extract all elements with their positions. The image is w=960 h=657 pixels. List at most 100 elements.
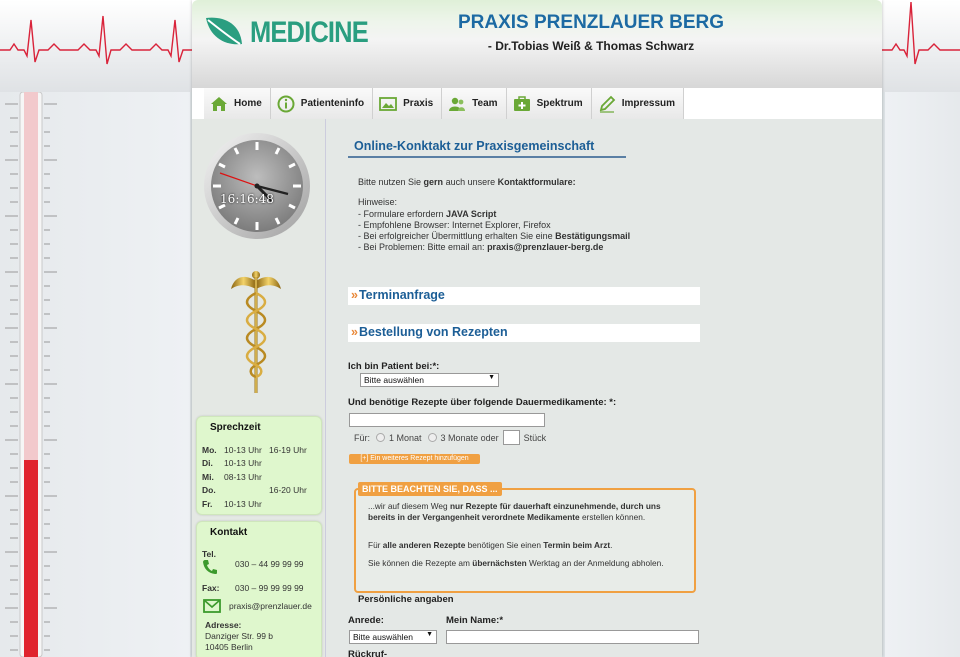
select-value: Bitte auswählen	[364, 375, 425, 385]
nav-label: Team	[472, 98, 498, 109]
site-title: PRAXIS PRENZLAUER BERG	[457, 12, 725, 33]
hint-email[interactable]: praxis@prenzlauer-berg.de	[487, 242, 603, 252]
hint-text: - Bei Problemen: Bitte email an:	[358, 242, 488, 253]
hours-am: 10-13 Uhr	[224, 444, 262, 455]
hours-am: 10-13 Uhr	[224, 498, 262, 509]
raquo-icon: »	[351, 288, 358, 302]
hours-row: Fr. 10-13 Uhr	[202, 497, 307, 511]
nav-item-patienteninfo[interactable]: Patienteninfo	[270, 88, 374, 119]
hours-day: Mi.	[202, 471, 214, 482]
notice-text: Werktag an der Anmeldung abholen.	[526, 558, 664, 568]
notice-bold: alle anderen Rezepte	[382, 540, 466, 550]
home-icon	[211, 96, 227, 111]
nav-item-home[interactable]: Home	[204, 88, 271, 119]
main-nav: Home Patienteninfo Praxis Team Spektrum …	[204, 88, 685, 119]
intro-bold: Kontaktformulare:	[497, 177, 576, 187]
clock-digital-time: 16:16:48	[220, 192, 274, 206]
nav-item-team[interactable]: Team	[442, 88, 507, 119]
team-icon	[449, 97, 466, 111]
radio-label: 1 Monat	[389, 432, 422, 443]
notice-bold: Termin beim Arzt	[543, 540, 611, 550]
hours-day: Di.	[202, 458, 213, 469]
nav-label: Patienteninfo	[300, 98, 365, 109]
hours-day: Fr.	[202, 498, 213, 509]
hints-title: Hinweise:	[358, 197, 398, 208]
sidebar: 16:16:48 Sprechzeit Mo. 10-13 Uhr 16-19 Uh…	[192, 119, 326, 657]
notice-text: erstellen können.	[579, 511, 646, 522]
site-logo[interactable]: MEDICINE	[204, 14, 369, 50]
medkit-icon	[513, 95, 530, 111]
nav-label: Praxis	[403, 98, 434, 109]
phone-icon	[203, 560, 217, 574]
notice-paragraph: Sie können die Rezepte am übernächsten W…	[368, 558, 683, 569]
notice-text: benötigen Sie einen	[465, 540, 544, 550]
radio-label: 3 Monate oder	[440, 432, 499, 443]
notice-text: ...wir auf diesem Weg	[368, 501, 450, 511]
hint-line: - Formulare erfordern JAVA Script	[358, 209, 630, 220]
logo-text: MEDICINE	[250, 16, 369, 49]
address-city: 10405 Berlin	[205, 642, 253, 652]
notice-text: Für	[368, 540, 383, 550]
page-title: Online-Konktakt zur Praxisgemeinschaft	[348, 139, 626, 158]
notice-text: Sie können die Rezepte am	[368, 558, 473, 568]
notice-bold: übernächsten	[472, 558, 527, 568]
office-hours-box: Sprechzeit Mo. 10-13 Uhr 16-19 Uhr Di. 10-1…	[196, 416, 322, 515]
stueck-input[interactable]	[502, 430, 520, 445]
notice-text: .	[610, 540, 613, 550]
anrede-select[interactable]: Bitte auswählen ▼	[349, 630, 437, 644]
nav-item-impressum[interactable]: Impressum	[591, 88, 685, 119]
name-input[interactable]	[446, 630, 699, 644]
fax-number: 030 – 99 99 99 99	[235, 583, 304, 593]
quantity-options: Für: 1 Monat 3 Monate oder Stück	[354, 430, 546, 445]
email-link[interactable]: praxis@prenzlauer.de	[229, 601, 312, 611]
contact-title: Kontakt	[210, 527, 248, 538]
nav-label: Spektrum	[536, 98, 583, 109]
section-rezepte[interactable]: »Bestellung von Rezepten	[348, 324, 700, 342]
hours-row: Mi. 08-13 Uhr	[202, 470, 307, 484]
section-terminanfrage[interactable]: »Terminanfrage	[348, 287, 700, 305]
pen-icon	[599, 95, 615, 113]
personal-title: Persönliche angaben	[358, 594, 454, 605]
hint-line: - Empfohlene Browser: Internet Explorer,…	[358, 219, 551, 230]
main-content: Online-Konktakt zur Praxisgemeinschaft B…	[326, 119, 882, 657]
select-value: Bitte auswählen	[353, 632, 414, 642]
image-icon	[379, 96, 398, 111]
site-subtitle: - Dr.Tobias Weiß & Thomas Schwarz	[487, 39, 695, 53]
ecg-line-left-icon	[0, 15, 192, 65]
hint-line: - Bei erfolgreicher Übermittlung erhalte…	[358, 231, 630, 242]
site-header: MEDICINE PRAXIS PRENZLAUER BERG - Dr.Tob…	[192, 0, 882, 88]
hours-row: Di. 10-13 Uhr	[202, 457, 307, 471]
rezept-label: Und benötige Rezepte über folgende Dauer…	[348, 397, 617, 408]
patient-label: Ich bin Patient bei:*:	[348, 361, 440, 372]
intro-text: Bitte nutzen Sie gern auch unsere Kontak…	[358, 177, 630, 254]
radio-3-monate[interactable]	[427, 433, 437, 442]
page-wrapper: MEDICINE PRAXIS PRENZLAUER BERG - Dr.Tob…	[192, 0, 882, 657]
info-icon	[277, 95, 295, 112]
address-street: Danziger Str. 99 b	[205, 631, 274, 641]
hint-text: - Formulare erfordern	[358, 208, 447, 219]
hint-text: - Bei erfolgreicher Übermittlung erhalte…	[358, 231, 556, 242]
medication-input[interactable]	[349, 413, 545, 427]
nav-item-praxis[interactable]: Praxis	[373, 88, 443, 119]
intro-bold: gern	[423, 177, 444, 187]
radio-1-monat[interactable]	[376, 433, 386, 442]
section-label: Bestellung von Rezepten	[358, 325, 508, 339]
add-rezept-button[interactable]: [+] Ein weiteres Rezept hinzufügen	[349, 454, 480, 464]
office-hours-title: Sprechzeit	[210, 422, 261, 433]
stueck-label: Stück	[523, 432, 547, 443]
hours-day: Mo.	[202, 444, 217, 455]
patient-select[interactable]: Bitte auswählen ▼	[360, 373, 499, 387]
nav-label: Impressum	[621, 98, 676, 109]
fuer-label: Für:	[354, 432, 371, 443]
tel-number[interactable]: 030 – 44 99 99 99	[235, 559, 304, 569]
nav-item-spektrum[interactable]: Spektrum	[506, 88, 592, 119]
hours-am: 08-13 Uhr	[224, 471, 262, 482]
contact-box: Kontakt Tel. 030 – 44 99 99 99 Fax: 030 …	[196, 521, 322, 657]
rueckruf-label: Rückruf-	[348, 649, 388, 657]
hours-row: Do. 16-20 Uhr	[202, 484, 307, 498]
tel-label: Tel.	[202, 549, 217, 559]
thermometer-icon	[5, 92, 57, 657]
raquo-icon: »	[351, 325, 358, 339]
dropdown-arrow-icon: ▼	[426, 631, 433, 638]
intro-line: Bitte nutzen Sie gern auch unsere Kontak…	[358, 177, 630, 188]
